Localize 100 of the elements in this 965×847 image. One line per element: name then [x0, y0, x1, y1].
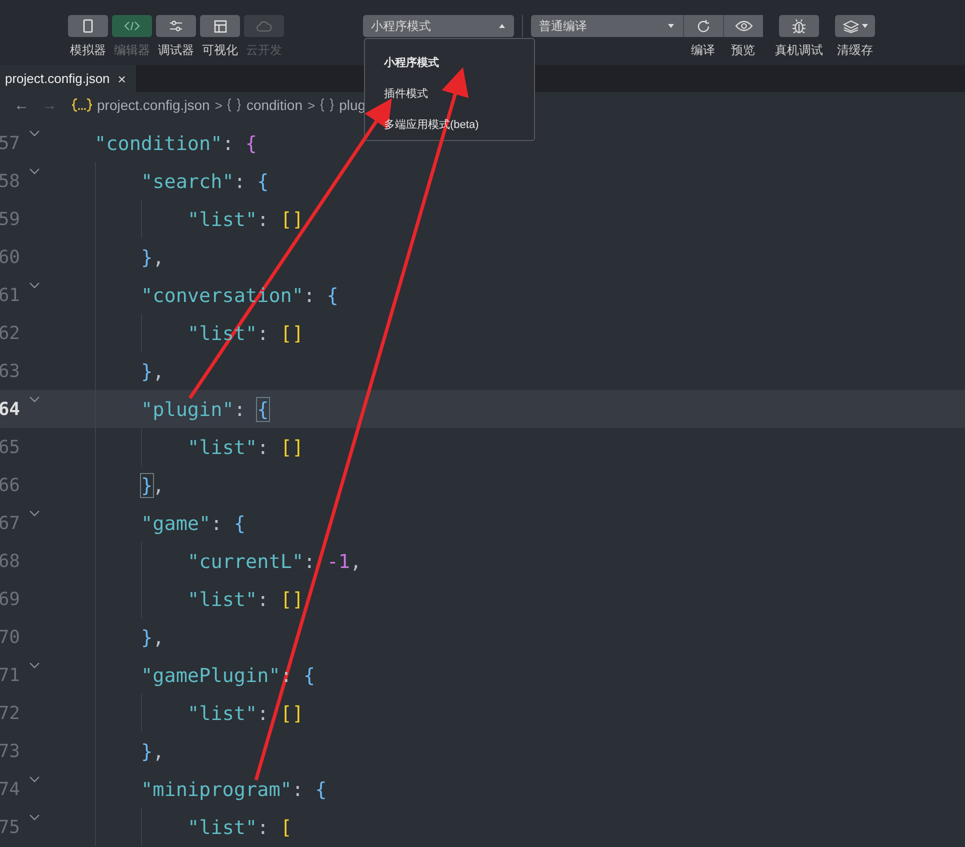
punctuation: : [257, 702, 270, 724]
json-key: "miniprogram" [141, 778, 292, 800]
view-label: 模拟器 [70, 42, 106, 59]
fold-chevron-icon[interactable] [28, 282, 40, 289]
action-label: 编译 [691, 42, 715, 59]
bracket: [] [280, 436, 304, 458]
json-key: "game" [141, 512, 211, 534]
json-key: "list" [188, 436, 258, 458]
punctuation: : [304, 284, 316, 306]
editor-tab[interactable]: project.config.json × [0, 65, 136, 92]
bracket: } [141, 740, 153, 762]
menu-item[interactable]: 插件模式 [365, 79, 534, 110]
fold-chevron-icon[interactable] [28, 510, 40, 517]
eye-icon [734, 20, 752, 32]
menu-item[interactable]: 小程序模式 [365, 48, 534, 79]
punctuation: , [152, 474, 164, 496]
breadcrumb-separator: > [307, 98, 316, 112]
mode-dropdown[interactable]: 小程序模式 [363, 15, 514, 37]
line-number: 57 [0, 132, 20, 154]
close-icon[interactable]: × [118, 70, 126, 86]
sliders-icon [169, 20, 183, 32]
json-key: "plugin" [141, 398, 234, 420]
punctuation: : [234, 398, 246, 420]
json-key: "condition" [94, 132, 222, 154]
tab-label: project.config.json [5, 71, 110, 86]
bracket: { [234, 512, 246, 534]
json-key: "list" [188, 702, 258, 724]
json-key: "currentL" [188, 550, 304, 572]
bracket: } [141, 626, 153, 648]
bracket: } [141, 360, 153, 382]
bracket: { [304, 664, 316, 686]
bracket: [] [280, 208, 304, 230]
layout-icon [214, 20, 226, 32]
bracket: [ [280, 816, 292, 838]
json-key: "search" [141, 170, 234, 192]
punctuation: , [152, 740, 164, 762]
punctuation: : [257, 816, 270, 838]
fold-chevron-icon[interactable] [28, 662, 40, 669]
punctuation: : [280, 664, 293, 686]
clear-cache-button[interactable] [835, 15, 875, 37]
punctuation: : [257, 588, 270, 610]
bracket: { [326, 284, 338, 306]
fold-chevron-icon[interactable] [28, 776, 40, 783]
number-value: -1 [326, 550, 350, 572]
caret-icon [668, 24, 674, 28]
fold-chevron-icon[interactable] [28, 396, 40, 403]
action-label: 清缓存 [837, 42, 873, 59]
punctuation: , [152, 246, 164, 268]
preview-button[interactable] [723, 15, 763, 37]
line-number: 58 [0, 170, 20, 192]
debug-button[interactable] [779, 15, 819, 37]
punctuation: : [257, 436, 270, 458]
compile-button[interactable] [683, 15, 723, 37]
punctuation: , [152, 626, 164, 648]
view-label: 调试器 [158, 42, 194, 59]
json-key: "gamePlugin" [141, 664, 280, 686]
compile-dropdown[interactable]: 普通编译 [531, 15, 683, 37]
action-label: 预览 [731, 42, 755, 59]
caret-icon [499, 24, 505, 28]
json-key: "list" [188, 208, 258, 230]
punctuation: : [222, 132, 235, 154]
bug-icon [791, 18, 807, 34]
bracket: [] [280, 588, 304, 610]
punctuation: , [350, 550, 362, 572]
punctuation: : [234, 170, 246, 192]
fold-chevron-icon[interactable] [28, 814, 40, 821]
caret-icon [862, 24, 868, 28]
view-label: 编辑器 [114, 42, 150, 59]
bracket: [] [280, 702, 304, 724]
phone-icon [83, 19, 93, 33]
bracket: { [257, 398, 269, 420]
breadcrumb-item[interactable]: project.config.json [97, 97, 210, 113]
bracket: { [315, 778, 327, 800]
bracket: [] [280, 322, 304, 344]
refresh-icon [696, 18, 711, 34]
layout-toggle-button[interactable] [200, 15, 240, 37]
code-icon [124, 21, 140, 31]
bracket: { [257, 170, 269, 192]
back-arrow[interactable]: ← [14, 96, 29, 114]
punctuation: : [292, 778, 305, 800]
breadcrumb-item[interactable]: plug [339, 97, 366, 113]
action-label: 真机调试 [775, 42, 823, 59]
view-label: 可视化 [202, 42, 238, 59]
layers-icon [842, 20, 858, 32]
punctuation: : [210, 512, 224, 534]
json-key: "list" [188, 816, 258, 838]
cloud-icon [256, 20, 272, 32]
breadcrumb-item[interactable]: condition [246, 97, 302, 113]
fold-chevron-icon[interactable] [28, 130, 40, 137]
bracket: } [141, 474, 153, 496]
braces-icon [320, 98, 334, 112]
code-toggle-button[interactable] [112, 15, 152, 37]
sliders-toggle-button[interactable] [156, 15, 196, 37]
bracket: } [141, 246, 153, 268]
phone-toggle-button[interactable] [68, 15, 108, 37]
breadcrumb-separator: > [214, 98, 222, 112]
json-key: "list" [188, 588, 258, 610]
line-number: 59 [0, 208, 20, 230]
fold-chevron-icon[interactable] [28, 168, 40, 175]
punctuation: : [257, 208, 270, 230]
